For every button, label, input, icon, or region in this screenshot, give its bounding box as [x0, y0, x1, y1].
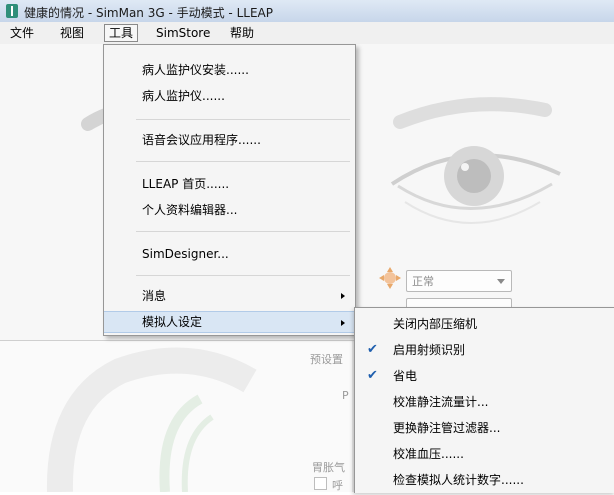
submenu-arrow-icon — [341, 320, 345, 326]
move-icon[interactable] — [378, 266, 402, 290]
menu-item-messages[interactable]: 消息 — [104, 285, 355, 307]
submenu-item-label: 校准静注流量计... — [393, 395, 489, 409]
submenu-item-replace-iv-filter[interactable]: 更换静注管过滤器... — [355, 416, 614, 440]
menu-bar: 文件 视图 工具 SimStore 帮助 — [0, 22, 614, 45]
submenu-item-label: 校准血压...... — [393, 447, 464, 461]
stomach-label: 胃胀气 — [312, 461, 345, 474]
app-icon — [6, 4, 18, 18]
menu-item-label: LLEAP 首页...... — [142, 177, 230, 191]
menu-item-simulator-settings[interactable]: 模拟人设定 — [104, 311, 355, 333]
menu-item-label: 模拟人设定 — [142, 315, 203, 329]
pupil-combo[interactable]: 正常 — [406, 270, 512, 292]
submenu-item-label: 更换静注管过滤器... — [393, 421, 501, 435]
tools-menu: 病人监护仪安装...... 病人监护仪...... 语音会议应用程序......… — [103, 44, 356, 336]
menu-item-label: 消息 — [142, 289, 167, 303]
airway-illustration — [46, 347, 257, 493]
menu-item-voice-conference[interactable]: 语音会议应用程序...... — [104, 129, 355, 151]
menu-item-label: SimDesigner... — [142, 247, 229, 261]
menu-view[interactable]: 视图 — [56, 25, 88, 41]
pupil-combo-value: 正常 — [412, 275, 434, 288]
chevron-down-icon — [497, 279, 505, 284]
menu-separator — [136, 161, 350, 162]
menu-separator — [136, 231, 350, 232]
window-title: 健康的情况 - SimMan 3G - 手动模式 - LLEAP — [24, 6, 273, 20]
menu-separator — [136, 275, 350, 276]
preset-label: 预设置 — [310, 353, 343, 366]
preset-value-fragment: P — [342, 389, 349, 402]
submenu-item-shut-compressor[interactable]: 关闭内部压缩机 — [355, 312, 614, 336]
submenu-item-label: 省电 — [393, 369, 418, 383]
menu-item-simdesigner[interactable]: SimDesigner... — [104, 243, 355, 265]
check-icon: ✔ — [367, 368, 378, 383]
menu-tools[interactable]: 工具 — [104, 24, 139, 42]
submenu-item-calibrate-iv-flow[interactable]: 校准静注流量计... — [355, 390, 614, 414]
simulator-settings-submenu: 关闭内部压缩机 ✔ 启用射频识别 ✔ 省电 校准静注流量计... 更换静注管过滤… — [354, 307, 614, 493]
menu-item-profile-editor[interactable]: 个人资料编辑器... — [104, 199, 355, 221]
submenu-item-enable-rfid[interactable]: ✔ 启用射频识别 — [355, 338, 614, 362]
menu-item-lleap-home[interactable]: LLEAP 首页...... — [104, 173, 355, 195]
submenu-item-calibrate-bp[interactable]: 校准血压...... — [355, 442, 614, 466]
menu-separator — [136, 119, 350, 120]
menu-item-patient-monitor[interactable]: 病人监护仪...... — [104, 85, 355, 107]
title-bar: 健康的情况 - SimMan 3G - 手动模式 - LLEAP — [0, 0, 614, 23]
menu-item-label: 个人资料编辑器... — [142, 203, 238, 217]
check-icon: ✔ — [367, 342, 378, 357]
menu-item-label: 语音会议应用程序...... — [142, 133, 261, 147]
submenu-item-label: 启用射频识别 — [393, 343, 466, 357]
submenu-item-label: 关闭内部压缩机 — [393, 317, 478, 331]
submenu-item-check-statistics[interactable]: 检查模拟人统计数字...... — [355, 468, 614, 492]
menu-file[interactable]: 文件 — [6, 25, 38, 41]
submenu-item-power-save[interactable]: ✔ 省电 — [355, 364, 614, 388]
submenu-arrow-icon — [341, 293, 345, 299]
menu-item-monitor-setup[interactable]: 病人监护仪安装...... — [104, 59, 355, 81]
menu-simstore[interactable]: SimStore — [152, 25, 214, 41]
menu-item-label: 病人监护仪安装...... — [142, 63, 249, 77]
submenu-item-label: 检查模拟人统计数字...... — [393, 473, 524, 487]
breath-checkbox[interactable] — [314, 477, 327, 490]
breath-label: 呼 — [332, 479, 343, 492]
menu-help[interactable]: 帮助 — [226, 25, 258, 41]
menu-item-label: 病人监护仪...... — [142, 89, 225, 103]
